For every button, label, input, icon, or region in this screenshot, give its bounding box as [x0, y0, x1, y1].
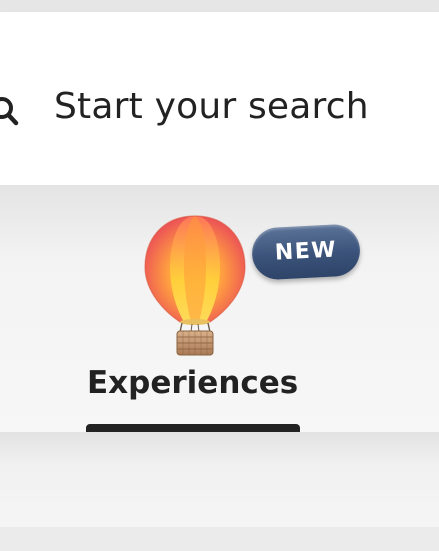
search-icon — [0, 97, 19, 126]
lower-panel — [0, 432, 439, 527]
new-badge: NEW — [250, 223, 362, 281]
hot-air-balloon-icon — [144, 215, 246, 356]
search-placeholder: Start your search — [54, 86, 369, 127]
tab-label-experiences: Experiences — [87, 365, 299, 401]
bottom-strip — [0, 527, 439, 551]
active-tab-indicator — [86, 424, 300, 432]
search-bar[interactable]: Start your search — [0, 12, 439, 185]
top-strip — [0, 0, 439, 12]
